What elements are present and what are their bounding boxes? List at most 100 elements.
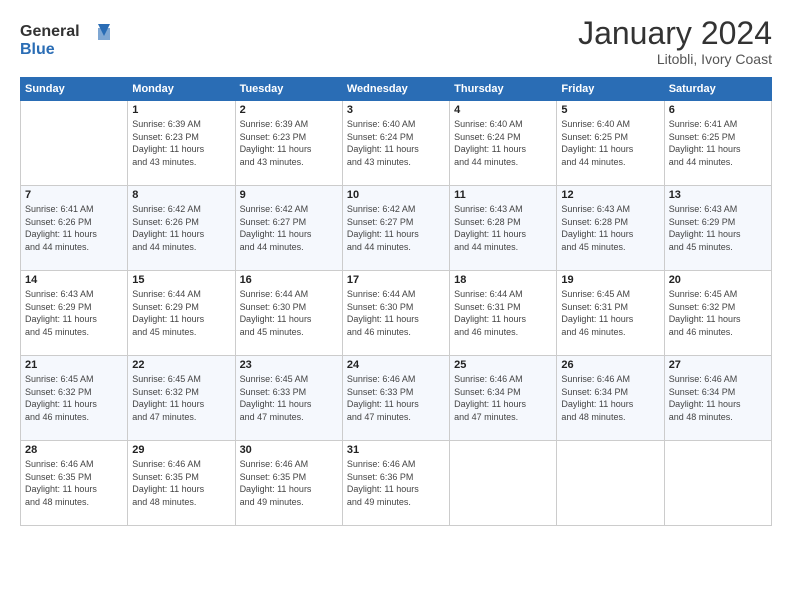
day-info: Sunrise: 6:45 AM Sunset: 6:32 PM Dayligh…	[132, 373, 230, 423]
day-info: Sunrise: 6:43 AM Sunset: 6:29 PM Dayligh…	[25, 288, 123, 338]
day-number: 5	[561, 104, 659, 116]
day-number: 7	[25, 189, 123, 201]
header-wednesday: Wednesday	[342, 78, 449, 101]
header: General Blue January 2024 Litobli, Ivory…	[20, 16, 772, 67]
day-number: 2	[240, 104, 338, 116]
day-info: Sunrise: 6:43 AM Sunset: 6:28 PM Dayligh…	[454, 203, 552, 253]
day-number: 23	[240, 359, 338, 371]
header-friday: Friday	[557, 78, 664, 101]
day-info: Sunrise: 6:43 AM Sunset: 6:29 PM Dayligh…	[669, 203, 767, 253]
table-row: 12 Sunrise: 6:43 AM Sunset: 6:28 PM Dayli…	[557, 186, 664, 271]
table-row	[557, 441, 664, 526]
logo: General Blue	[20, 16, 110, 65]
week-row-2: 7 Sunrise: 6:41 AM Sunset: 6:26 PM Daylig…	[21, 186, 772, 271]
day-info: Sunrise: 6:44 AM Sunset: 6:30 PM Dayligh…	[240, 288, 338, 338]
day-number: 31	[347, 444, 445, 456]
header-thursday: Thursday	[450, 78, 557, 101]
day-number: 30	[240, 444, 338, 456]
table-row: 4 Sunrise: 6:40 AM Sunset: 6:24 PM Daylig…	[450, 101, 557, 186]
table-row: 30 Sunrise: 6:46 AM Sunset: 6:35 PM Dayli…	[235, 441, 342, 526]
day-number: 25	[454, 359, 552, 371]
week-row-4: 21 Sunrise: 6:45 AM Sunset: 6:32 PM Dayli…	[21, 356, 772, 441]
svg-text:Blue: Blue	[20, 41, 55, 58]
day-number: 16	[240, 274, 338, 286]
table-row: 8 Sunrise: 6:42 AM Sunset: 6:26 PM Daylig…	[128, 186, 235, 271]
header-saturday: Saturday	[664, 78, 771, 101]
day-number: 28	[25, 444, 123, 456]
title-block: January 2024 Litobli, Ivory Coast	[578, 16, 772, 67]
day-number: 3	[347, 104, 445, 116]
header-monday: Monday	[128, 78, 235, 101]
table-row: 19 Sunrise: 6:45 AM Sunset: 6:31 PM Dayli…	[557, 271, 664, 356]
logo-text: General Blue	[20, 16, 110, 65]
day-number: 21	[25, 359, 123, 371]
day-number: 13	[669, 189, 767, 201]
day-info: Sunrise: 6:46 AM Sunset: 6:35 PM Dayligh…	[240, 458, 338, 508]
week-row-3: 14Sunrise: 6:43 AM Sunset: 6:29 PM Dayli…	[21, 271, 772, 356]
day-info: Sunrise: 6:44 AM Sunset: 6:31 PM Dayligh…	[454, 288, 552, 338]
day-info: Sunrise: 6:42 AM Sunset: 6:27 PM Dayligh…	[240, 203, 338, 253]
table-row: 16 Sunrise: 6:44 AM Sunset: 6:30 PM Dayli…	[235, 271, 342, 356]
month-title: January 2024	[578, 16, 772, 51]
table-row: 24 Sunrise: 6:46 AM Sunset: 6:33 PM Dayli…	[342, 356, 449, 441]
day-info: Sunrise: 6:39 AM Sunset: 6:23 PM Dayligh…	[240, 118, 338, 168]
table-row: 20Sunrise: 6:45 AM Sunset: 6:32 PM Dayli…	[664, 271, 771, 356]
table-row: 6 Sunrise: 6:41 AM Sunset: 6:25 PM Daylig…	[664, 101, 771, 186]
table-row: 9 Sunrise: 6:42 AM Sunset: 6:27 PM Daylig…	[235, 186, 342, 271]
header-sunday: Sunday	[21, 78, 128, 101]
table-row: 1Sunrise: 6:39 AM Sunset: 6:23 PM Daylig…	[128, 101, 235, 186]
day-info: Sunrise: 6:42 AM Sunset: 6:27 PM Dayligh…	[347, 203, 445, 253]
day-number: 15	[132, 274, 230, 286]
day-info: Sunrise: 6:44 AM Sunset: 6:30 PM Dayligh…	[347, 288, 445, 338]
day-info: Sunrise: 6:40 AM Sunset: 6:24 PM Dayligh…	[454, 118, 552, 168]
table-row: 23Sunrise: 6:45 AM Sunset: 6:33 PM Dayli…	[235, 356, 342, 441]
weekday-header-row: Sunday Monday Tuesday Wednesday Thursday…	[21, 78, 772, 101]
day-number: 1	[132, 104, 230, 116]
day-number: 18	[454, 274, 552, 286]
day-info: Sunrise: 6:46 AM Sunset: 6:36 PM Dayligh…	[347, 458, 445, 508]
table-row: 15 Sunrise: 6:44 AM Sunset: 6:29 PM Dayli…	[128, 271, 235, 356]
location-subtitle: Litobli, Ivory Coast	[578, 51, 772, 67]
table-row	[21, 101, 128, 186]
table-row: 7 Sunrise: 6:41 AM Sunset: 6:26 PM Daylig…	[21, 186, 128, 271]
day-number: 4	[454, 104, 552, 116]
day-info: Sunrise: 6:45 AM Sunset: 6:31 PM Dayligh…	[561, 288, 659, 338]
day-number: 12	[561, 189, 659, 201]
table-row: 5Sunrise: 6:40 AM Sunset: 6:25 PM Daylig…	[557, 101, 664, 186]
day-info: Sunrise: 6:46 AM Sunset: 6:34 PM Dayligh…	[561, 373, 659, 423]
table-row: 2 Sunrise: 6:39 AM Sunset: 6:23 PM Daylig…	[235, 101, 342, 186]
day-number: 11	[454, 189, 552, 201]
table-row: 3 Sunrise: 6:40 AM Sunset: 6:24 PM Daylig…	[342, 101, 449, 186]
day-info: Sunrise: 6:41 AM Sunset: 6:25 PM Dayligh…	[669, 118, 767, 168]
day-number: 19	[561, 274, 659, 286]
day-number: 9	[240, 189, 338, 201]
table-row: 11 Sunrise: 6:43 AM Sunset: 6:28 PM Dayli…	[450, 186, 557, 271]
svg-text:General: General	[20, 23, 80, 40]
day-number: 29	[132, 444, 230, 456]
table-row: 13 Sunrise: 6:43 AM Sunset: 6:29 PM Dayli…	[664, 186, 771, 271]
day-number: 20	[669, 274, 767, 286]
day-info: Sunrise: 6:46 AM Sunset: 6:35 PM Dayligh…	[25, 458, 123, 508]
day-info: Sunrise: 6:41 AM Sunset: 6:26 PM Dayligh…	[25, 203, 123, 253]
table-row: 26 Sunrise: 6:46 AM Sunset: 6:34 PM Dayli…	[557, 356, 664, 441]
table-row: 10Sunrise: 6:42 AM Sunset: 6:27 PM Dayli…	[342, 186, 449, 271]
page: General Blue January 2024 Litobli, Ivory…	[0, 0, 792, 612]
day-info: Sunrise: 6:46 AM Sunset: 6:33 PM Dayligh…	[347, 373, 445, 423]
table-row	[450, 441, 557, 526]
table-row: 28 Sunrise: 6:46 AM Sunset: 6:35 PM Dayli…	[21, 441, 128, 526]
day-number: 26	[561, 359, 659, 371]
table-row: 21Sunrise: 6:45 AM Sunset: 6:32 PM Dayli…	[21, 356, 128, 441]
day-info: Sunrise: 6:43 AM Sunset: 6:28 PM Dayligh…	[561, 203, 659, 253]
day-number: 24	[347, 359, 445, 371]
table-row	[664, 441, 771, 526]
day-number: 6	[669, 104, 767, 116]
table-row: 22Sunrise: 6:45 AM Sunset: 6:32 PM Dayli…	[128, 356, 235, 441]
day-info: Sunrise: 6:44 AM Sunset: 6:29 PM Dayligh…	[132, 288, 230, 338]
day-info: Sunrise: 6:40 AM Sunset: 6:24 PM Dayligh…	[347, 118, 445, 168]
calendar-table: Sunday Monday Tuesday Wednesday Thursday…	[20, 77, 772, 526]
table-row: 31 Sunrise: 6:46 AM Sunset: 6:36 PM Dayli…	[342, 441, 449, 526]
day-info: Sunrise: 6:42 AM Sunset: 6:26 PM Dayligh…	[132, 203, 230, 253]
day-number: 8	[132, 189, 230, 201]
day-info: Sunrise: 6:46 AM Sunset: 6:34 PM Dayligh…	[669, 373, 767, 423]
day-number: 17	[347, 274, 445, 286]
